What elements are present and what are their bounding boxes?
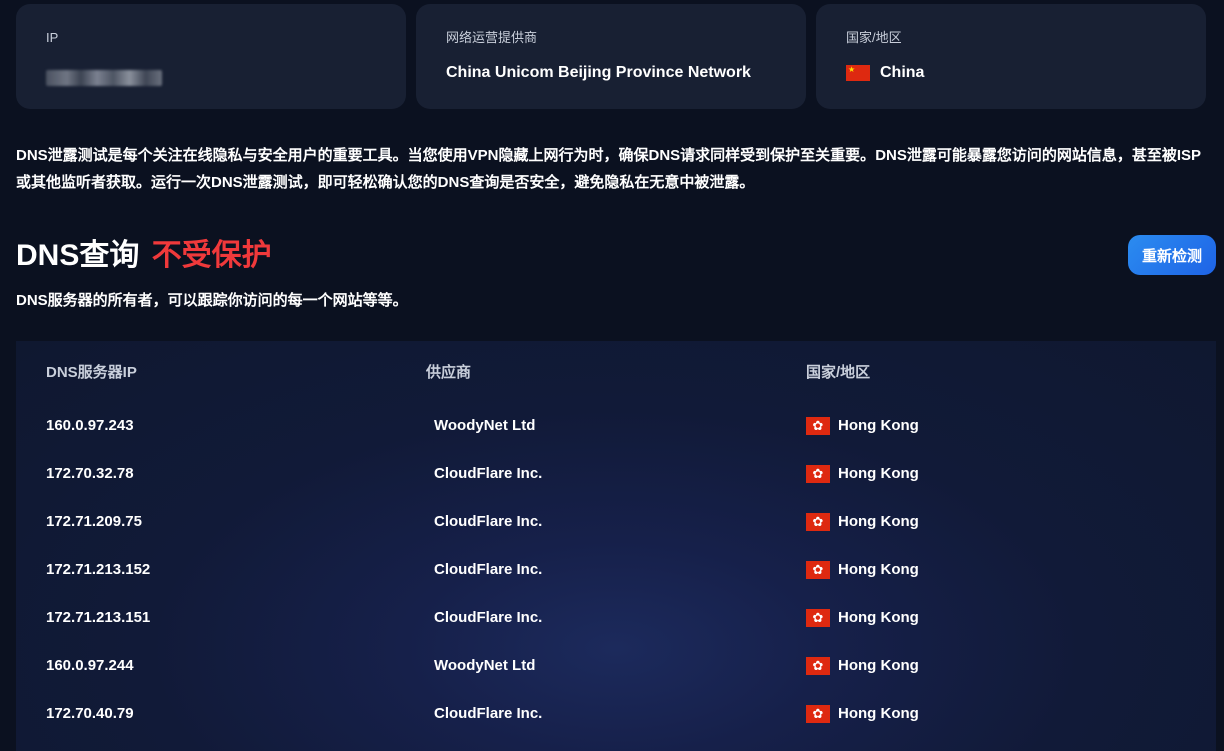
column-header-provider: 供应商 [426,364,472,381]
column-header-country: 国家/地区 [806,364,871,381]
dns-provider: WoodyNet Ltd [434,657,536,674]
hk-flag-icon: ✿ [806,705,830,723]
country-value: China [846,62,1176,84]
dns-country-name: Hong Kong [838,417,919,434]
table-row: 160.0.97.243 WoodyNet Ltd ✿ Hong Kong [16,415,1216,463]
table-row: 160.0.97.244 WoodyNet Ltd ✿ Hong Kong [16,655,1216,703]
dns-country: ✿ Hong Kong [806,655,919,677]
dns-table: DNS服务器IP 供应商 国家/地区 160.0.97.243 WoodyNet … [16,341,1216,751]
dns-server-ip: 160.0.97.243 [46,417,134,434]
dns-country-name: Hong Kong [838,705,919,722]
table-row: 172.71.213.152 CloudFlare Inc. ✿ Hong Kong [16,559,1216,607]
isp-card: 网络运营提供商 China Unicom Beijing Province Ne… [416,4,806,109]
dns-country: ✿ Hong Kong [806,703,919,725]
recheck-button[interactable]: 重新检测 [1128,235,1216,275]
ip-label: IP [46,30,59,45]
dns-provider: CloudFlare Inc. [434,465,543,482]
info-cards: IP 网络运营提供商 China Unicom Beijing Province… [16,4,1206,109]
dns-country: ✿ Hong Kong [806,511,919,533]
dns-country-name: Hong Kong [838,465,919,482]
dns-country-name: Hong Kong [838,609,919,626]
subtitle: DNS服务器的所有者，可以跟踪你访问的每一个网站等等。 [16,292,408,309]
dns-server-ip: 172.70.40.79 [46,705,134,722]
hk-flag-icon: ✿ [806,561,830,579]
protection-status: 不受保护 [151,239,272,272]
hk-flag-icon: ✿ [806,609,830,627]
hk-flag-icon: ✿ [806,657,830,675]
table-row: 172.70.32.78 CloudFlare Inc. ✿ Hong Kong [16,463,1216,511]
table-row: 172.71.213.151 CloudFlare Inc. ✿ Hong Kong [16,607,1216,655]
hk-flag-icon: ✿ [806,417,830,435]
table-row: 172.71.209.75 CloudFlare Inc. ✿ Hong Kong [16,511,1216,559]
dns-server-ip: 160.0.97.244 [46,657,134,674]
dns-provider: CloudFlare Inc. [434,609,543,626]
isp-label: 网络运营提供商 [446,30,538,45]
page-title: DNS查询 不受保护 [16,236,272,276]
country-card: 国家/地区 China [816,4,1206,109]
country-name: China [880,64,925,81]
dns-server-ip: 172.71.213.151 [46,609,151,626]
ip-value-redacted [46,70,162,86]
dns-country: ✿ Hong Kong [806,607,919,629]
dns-provider: CloudFlare Inc. [434,561,543,578]
dns-country: ✿ Hong Kong [806,559,919,581]
cn-flag-icon [846,65,870,81]
dns-country: ✿ Hong Kong [806,415,919,437]
hk-flag-icon: ✿ [806,513,830,531]
dns-server-ip: 172.71.209.75 [46,513,142,530]
dns-provider: WoodyNet Ltd [434,417,536,434]
hk-flag-icon: ✿ [806,465,830,483]
title-prefix: DNS查询 [16,239,140,272]
table-row: 172.70.40.79 CloudFlare Inc. ✿ Hong Kong [16,703,1216,751]
dns-server-ip: 172.70.32.78 [46,465,134,482]
column-header-ip: DNS服务器IP [46,364,137,381]
dns-server-ip: 172.71.213.152 [46,561,151,578]
country-label: 国家/地区 [846,30,902,45]
dns-country: ✿ Hong Kong [806,463,919,485]
isp-value: China Unicom Beijing Province Network [446,64,751,81]
dns-country-name: Hong Kong [838,561,919,578]
dns-provider: CloudFlare Inc. [434,513,543,530]
ip-card: IP [16,4,406,109]
dns-country-name: Hong Kong [838,513,919,530]
intro-text: DNS泄露测试是每个关注在线隐私与安全用户的重要工具。当您使用VPN隐藏上网行为… [16,147,1202,191]
dns-country-name: Hong Kong [838,657,919,674]
dns-provider: CloudFlare Inc. [434,705,543,722]
